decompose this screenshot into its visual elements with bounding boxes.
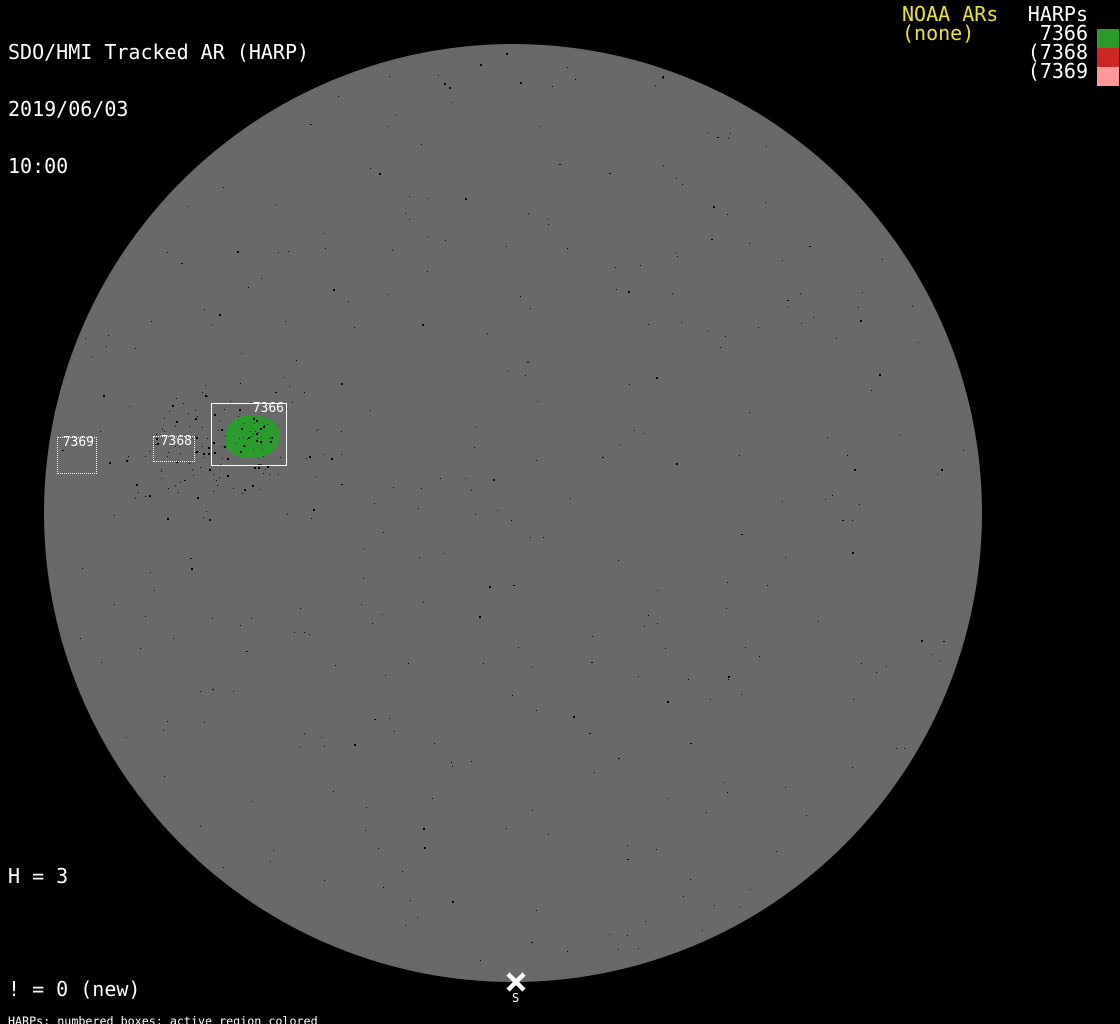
south-pole-label: S [512,992,519,1004]
active-region-blob [226,415,280,458]
harp-7366-swatch [1097,29,1119,48]
page-title: SDO/HMI Tracked AR (HARP) [8,43,309,62]
harp-box-label: 7368 [161,435,192,449]
footer-line-harps: HARPs: numbered boxes; active region col… [8,1015,416,1024]
harps-legend-item: (7369 [1028,62,1088,81]
footer-caption: HARPs: numbered boxes; active region col… [8,991,416,1024]
harp-box-label: 7366 [253,402,284,416]
harp-box-7366: 7366 [211,403,287,466]
date-label: 2019/06/03 [8,100,309,119]
harp-full-disk-plot: SDO/HMI Tracked AR (HARP) 2019/06/03 10:… [0,0,1120,1024]
title-block: SDO/HMI Tracked AR (HARP) 2019/06/03 10:… [8,5,309,214]
harp-7368-swatch [1097,48,1119,67]
noaa-ars-legend: NOAA ARs (none) [902,5,998,43]
south-pole-cross-icon [505,971,527,993]
harps-legend: HARPs 7366 (7368 (7369 [1028,5,1088,81]
harp-box-7368: 7368 [153,436,195,462]
harp-box-7369: 7369 [57,437,97,474]
harp-7369-swatch [1097,67,1119,86]
noaa-ars-value: (none) [902,24,998,43]
harps-color-swatches [1097,29,1119,86]
harp-box-label: 7369 [63,436,94,450]
time-label: 10:00 [8,157,309,176]
harp-count: H = 3 [8,867,237,886]
